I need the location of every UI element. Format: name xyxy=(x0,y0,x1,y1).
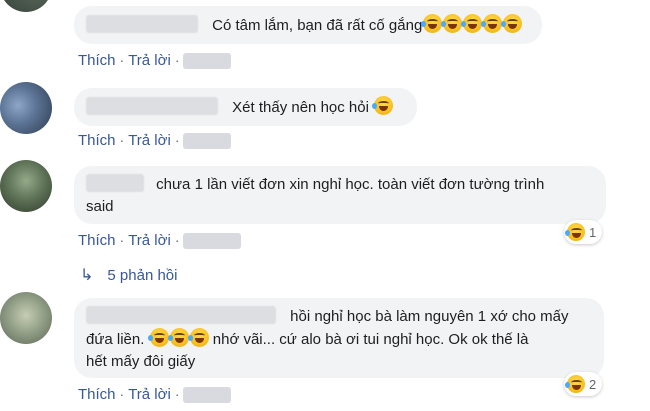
author-name-redacted[interactable] xyxy=(86,97,218,115)
reply-link[interactable]: Trả lời xyxy=(128,232,171,249)
author-name-redacted[interactable] xyxy=(86,174,144,192)
author-name-redacted[interactable] xyxy=(86,15,198,33)
separator-dot: · xyxy=(174,386,180,402)
comment-text: Xét thấy nên học hỏi xyxy=(232,99,369,116)
reaction-badge[interactable]: 1 xyxy=(564,220,603,244)
timestamp-redacted xyxy=(183,53,232,70)
laughing-emoji-icon xyxy=(147,328,169,347)
comment-actions: Thích · Trả lời · xyxy=(78,131,232,150)
reaction-count: 1 xyxy=(589,224,597,240)
like-link[interactable]: Thích xyxy=(78,232,116,249)
timestamp-redacted xyxy=(183,233,242,250)
reply-arrow-icon: ↳ xyxy=(80,267,94,284)
separator-dot: · xyxy=(119,52,125,68)
comment-text-line: đứa liền. xyxy=(86,331,145,348)
like-link[interactable]: Thích xyxy=(78,52,116,69)
comment-text-line: chưa 1 lần viết đơn xin nghỉ học. toàn v… xyxy=(156,176,545,193)
avatar[interactable] xyxy=(0,0,52,12)
reply-link[interactable]: Trả lời xyxy=(128,386,171,403)
comment-bubble: chưa 1 lần viết đơn xin nghỉ học. toàn v… xyxy=(74,166,606,224)
reply-link[interactable]: Trả lời xyxy=(128,132,171,149)
comment-actions: Thích · Trả lời · xyxy=(78,385,232,404)
comment-text-line: said xyxy=(86,198,114,215)
comment-bubble: Có tâm lắm, bạn đã rất cố gắng xyxy=(74,6,542,44)
laughing-emoji-icon xyxy=(501,14,523,33)
laughing-emoji-icon xyxy=(441,14,463,33)
haha-emoji-icon xyxy=(565,375,585,393)
like-link[interactable]: Thích xyxy=(78,386,116,403)
laughing-emoji-icon xyxy=(372,96,394,115)
author-name-redacted[interactable] xyxy=(86,306,276,324)
reply-link[interactable]: Trả lời xyxy=(128,52,171,69)
comment-bubble: Xét thấy nên học hỏi xyxy=(74,88,417,126)
comment-text-line: hồi nghỉ học bà làm nguyên 1 xớ cho mấy xyxy=(290,308,569,325)
like-link[interactable]: Thích xyxy=(78,132,116,149)
reaction-badge[interactable]: 2 xyxy=(564,372,603,396)
comment-actions: Thích · Trả lời · xyxy=(78,231,242,250)
comment-actions: Thích · Trả lời · xyxy=(78,51,232,70)
timestamp-redacted xyxy=(183,387,232,404)
comment-bubble: hồi nghỉ học bà làm nguyên 1 xớ cho mấy … xyxy=(74,298,604,378)
laughing-emoji-icon xyxy=(461,14,483,33)
avatar[interactable] xyxy=(0,292,52,344)
reaction-count: 2 xyxy=(589,376,597,392)
laughing-emoji-icon xyxy=(421,14,443,33)
separator-dot: · xyxy=(119,386,125,402)
timestamp-redacted xyxy=(183,133,232,150)
comment-text-line: hết mấy đôi giấy xyxy=(86,353,196,370)
comment-text-line: nhớ vãi... cứ alo bà ơi tui nghỉ học. Ok… xyxy=(212,331,529,348)
separator-dot: · xyxy=(119,232,125,248)
separator-dot: · xyxy=(174,232,180,248)
separator-dot: · xyxy=(119,132,125,148)
laughing-emoji-icon xyxy=(481,14,503,33)
laughing-emoji-icon xyxy=(187,328,209,347)
separator-dot: · xyxy=(174,52,180,68)
haha-emoji-icon xyxy=(565,223,585,241)
view-replies-link[interactable]: ↳ 5 phản hồi xyxy=(80,265,177,285)
avatar[interactable] xyxy=(0,82,52,134)
laughing-emoji-icon xyxy=(167,328,189,347)
separator-dot: · xyxy=(174,132,180,148)
replies-count-label[interactable]: 5 phản hồi xyxy=(107,267,177,284)
comment-text: Có tâm lắm, bạn đã rất cố gắng xyxy=(212,17,423,34)
avatar[interactable] xyxy=(0,160,52,212)
